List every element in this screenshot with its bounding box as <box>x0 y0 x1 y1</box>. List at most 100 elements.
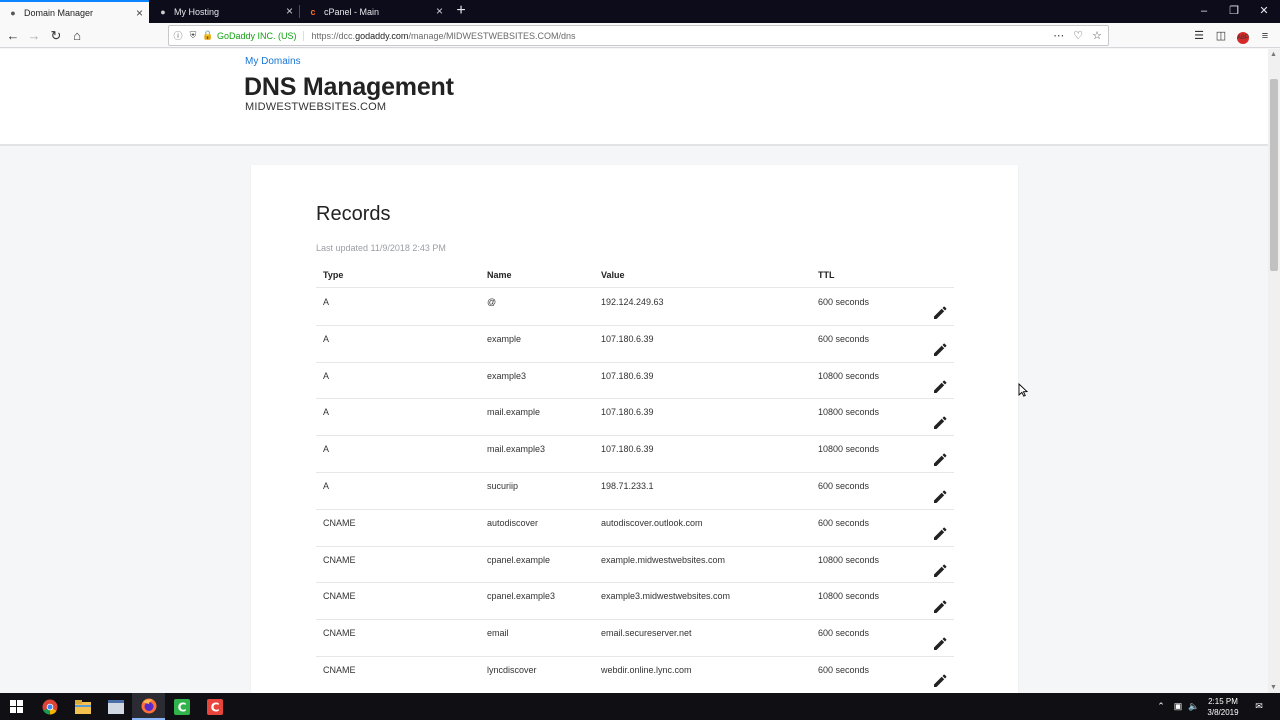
library-icon[interactable]: ☰ <box>1188 26 1210 46</box>
cell-type: CNAME <box>323 664 356 675</box>
cell-type: A <box>323 333 330 344</box>
cell-type: CNAME <box>323 591 356 602</box>
scroll-up-icon[interactable]: ▲ <box>1270 51 1277 58</box>
cell-name: lyncdiscover <box>487 664 537 675</box>
file-explorer-icon[interactable] <box>66 693 99 720</box>
toolbar-right: ☰ ◫ ABP ≡ <box>1188 26 1276 46</box>
records-table-body: A @192.124.249.63 600 seconds Aexample 107.1… <box>316 289 954 693</box>
reload-icon[interactable]: ↻ <box>46 26 66 46</box>
close-window-icon[interactable]: ✕ <box>1249 0 1279 23</box>
cell-ttl: 600 seconds <box>818 517 870 528</box>
camtasia-icon[interactable]: C <box>165 693 198 720</box>
page-header: My Domains DNS Management MIDWESTWEBSITE… <box>0 49 1268 146</box>
cell-name: cpanel.example <box>487 554 551 565</box>
action-center-icon[interactable]: ✉ <box>1250 693 1268 720</box>
edit-pencil-icon[interactable] <box>931 340 949 358</box>
menu-icon[interactable]: ≡ <box>1254 26 1276 46</box>
cell-type: A <box>323 480 330 491</box>
back-icon[interactable]: ← <box>3 26 23 46</box>
cell-type: A <box>323 407 330 418</box>
url-path: /manage/MIDWESTWEBSITES.COM/dns <box>408 30 576 41</box>
clock-date: 3/8/2019 <box>1207 708 1239 717</box>
close-tab-icon[interactable]: × <box>136 7 143 19</box>
breadcrumb-my-domains[interactable]: My Domains <box>245 56 301 67</box>
system-clock[interactable]: 2:15 PM 3/8/2019 <box>1202 696 1244 718</box>
tab-my-hosting[interactable]: ● My Hosting × <box>150 0 299 23</box>
edit-pencil-icon[interactable] <box>931 303 949 321</box>
address-bar[interactable]: ⓘ ⛨ 🔒 GoDaddy INC. (US) https://dcc.goda… <box>168 25 1109 46</box>
mouse-pointer-icon <box>1018 383 1028 397</box>
scroll-down-icon[interactable]: ▼ <box>1270 684 1277 691</box>
show-hidden-icons-icon[interactable]: ⌃ <box>1154 693 1168 720</box>
pocket-icon[interactable]: ♡ <box>1073 29 1083 42</box>
cell-ttl: 600 seconds <box>818 297 870 307</box>
cell-value: 198.71.233.1 <box>601 480 654 491</box>
edit-pencil-icon[interactable] <box>931 597 949 615</box>
navigation-toolbar: ← → ↻ ⌂ ⓘ ⛨ 🔒 GoDaddy INC. (US) https://… <box>0 23 1280 48</box>
tracking-shield-icon[interactable]: ⛨ <box>187 30 199 41</box>
new-tab-button[interactable]: + <box>452 1 470 21</box>
cell-type: A <box>323 444 330 455</box>
cell-value: 107.180.6.39 <box>601 370 654 381</box>
cell-value: autodiscover.outlook.com <box>601 517 703 528</box>
url-prefix: https://dcc. <box>311 30 356 41</box>
cell-ttl: 600 seconds <box>818 480 870 491</box>
cell-name: @ <box>487 297 497 307</box>
records-heading: Records <box>316 203 391 225</box>
cell-value: 192.124.249.63 <box>601 297 664 307</box>
chrome-icon[interactable] <box>33 693 66 720</box>
svg-text:C: C <box>177 700 186 714</box>
site-identity[interactable]: GoDaddy INC. (US) <box>217 30 304 41</box>
edit-pencil-icon[interactable] <box>931 487 949 505</box>
cell-ttl: 600 seconds <box>818 628 870 639</box>
restore-icon[interactable]: ❐ <box>1219 0 1249 23</box>
cell-type: A <box>323 297 330 307</box>
edit-pencil-icon[interactable] <box>931 377 949 395</box>
cell-ttl: 600 seconds <box>818 664 870 675</box>
forward-icon[interactable]: → <box>24 26 44 46</box>
cell-type: CNAME <box>323 628 356 639</box>
edit-pencil-icon[interactable] <box>931 671 949 689</box>
network-icon[interactable]: ▣ <box>1170 693 1186 720</box>
tab-cpanel-main[interactable]: c cPanel - Main × <box>300 0 449 23</box>
tab-domain-manager[interactable]: ● Domain Manager × <box>0 0 149 23</box>
camtasia-recorder-icon[interactable]: C <box>198 693 231 720</box>
edit-pencil-icon[interactable] <box>931 561 949 579</box>
scrollbar-thumb[interactable] <box>1270 79 1278 271</box>
table-row: CNAME lyncdiscover webdir.online.lync.com 6… <box>316 657 954 693</box>
bookmark-star-icon[interactable]: ☆ <box>1092 29 1102 42</box>
close-tab-icon[interactable]: × <box>286 5 293 17</box>
home-icon[interactable]: ⌂ <box>67 26 87 46</box>
volume-icon[interactable]: 🔈 <box>1186 693 1202 720</box>
cell-name: cpanel.example3 <box>487 591 556 602</box>
table-row: CNAME autodiscover autodiscover.outlook.co… <box>316 510 954 547</box>
page-scrollbar[interactable]: ▲ ▼ <box>1268 49 1280 693</box>
firefox-icon[interactable] <box>132 693 165 720</box>
edit-pencil-icon[interactable] <box>931 413 949 431</box>
cell-value: example.midwestwebsites.com <box>601 554 726 565</box>
page-actions-icon[interactable]: ⋯ <box>1053 29 1064 42</box>
cell-value: 107.180.6.39 <box>601 407 654 418</box>
edit-pencil-icon[interactable] <box>931 634 949 652</box>
adblock-icon[interactable]: ABP <box>1232 26 1254 46</box>
info-icon[interactable]: ⓘ <box>172 29 184 42</box>
clock-time: 2:15 PM <box>1208 697 1238 706</box>
minimize-icon[interactable]: – <box>1189 0 1219 23</box>
cell-ttl: 10800 seconds <box>818 444 880 455</box>
url-text[interactable]: https://dcc.godaddy.com/manage/MIDWESTWE… <box>312 31 576 41</box>
cell-ttl: 10800 seconds <box>818 554 880 565</box>
lock-icon[interactable]: 🔒 <box>202 30 214 41</box>
app-window-icon[interactable] <box>99 693 132 720</box>
column-header-value: Value <box>601 270 625 280</box>
edit-pencil-icon[interactable] <box>931 450 949 468</box>
godaddy-favicon-icon: ● <box>10 7 16 18</box>
tab-label: My Hosting <box>174 6 220 17</box>
edit-pencil-icon[interactable] <box>931 524 949 542</box>
windows-start-icon[interactable] <box>0 693 33 720</box>
cell-value: email.secureserver.net <box>601 628 692 639</box>
tab-strip: ● Domain Manager × ● My Hosting × c cPan… <box>0 0 1280 23</box>
close-tab-icon[interactable]: × <box>436 5 443 17</box>
cell-name: email <box>487 628 509 639</box>
sidebar-icon[interactable]: ◫ <box>1210 26 1232 46</box>
tab-label: cPanel - Main <box>324 6 380 17</box>
